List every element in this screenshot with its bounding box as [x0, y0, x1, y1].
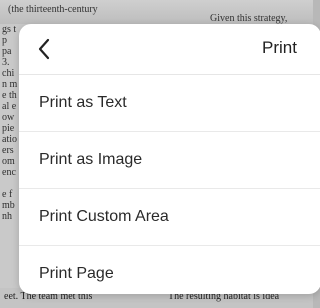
background-top-text: (the thirteenth-century Given this strat…	[0, 0, 313, 24]
chevron-left-icon	[38, 38, 50, 60]
print-as-image-option[interactable]: Print as Image	[19, 132, 320, 189]
dialog-title: Print	[262, 38, 297, 57]
print-as-text-option[interactable]: Print as Text	[19, 75, 320, 132]
print-dialog: Print Print as Text Print as Image Print…	[19, 24, 320, 294]
background-text-top-left: (the thirteenth-century	[8, 4, 98, 15]
print-page-option[interactable]: Print Page	[19, 246, 320, 294]
back-button[interactable]	[31, 36, 57, 62]
print-options-list: Print as Text Print as Image Print Custo…	[19, 75, 320, 294]
background-text-top-right: Given this strategy,	[210, 13, 288, 24]
dialog-header: Print	[19, 24, 320, 75]
print-custom-area-option[interactable]: Print Custom Area	[19, 189, 320, 246]
